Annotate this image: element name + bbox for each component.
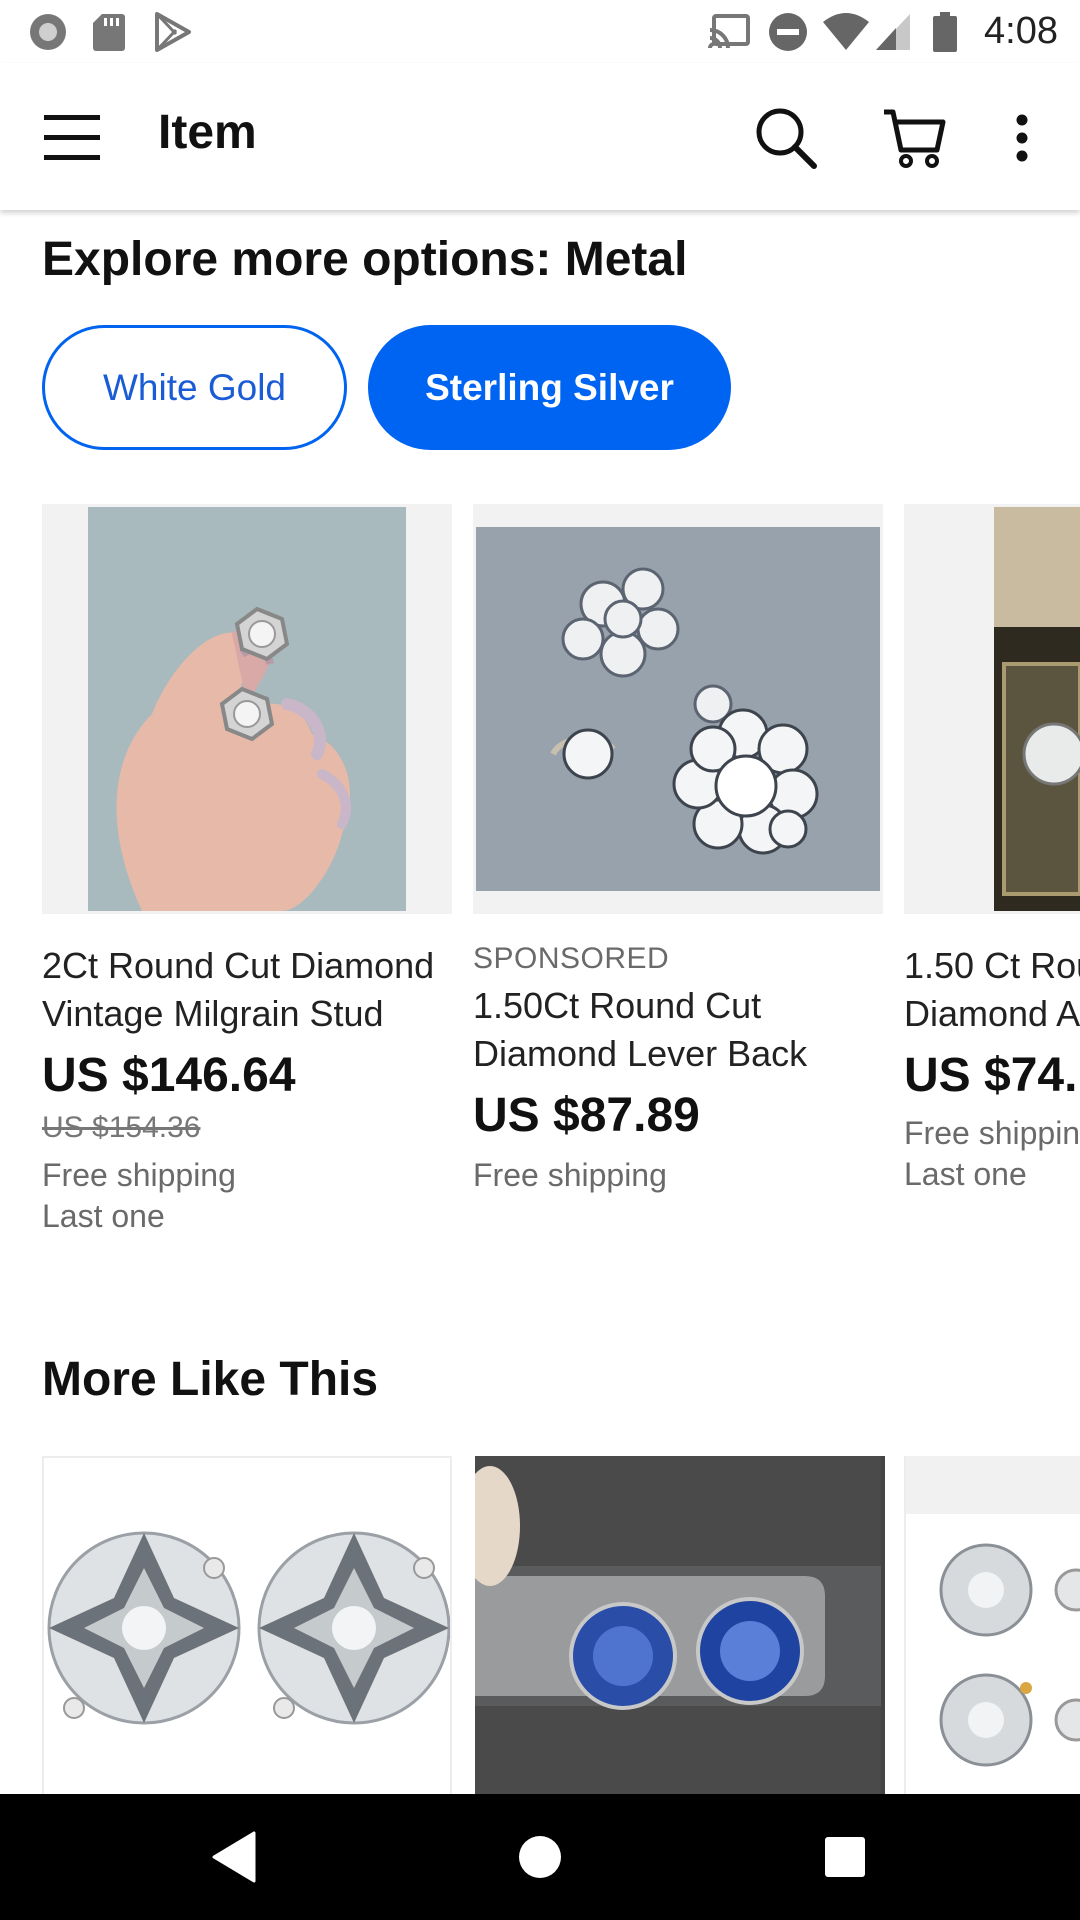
back-icon bbox=[212, 1831, 256, 1883]
search-icon bbox=[756, 108, 817, 169]
listing-shipping: Free shippin bbox=[904, 1115, 1080, 1151]
recommendation-card[interactable] bbox=[904, 1456, 1080, 1796]
listing-card[interactable]: 1.50 Ct Rou Diamond A US $74. Free shipp… bbox=[904, 504, 1080, 1193]
product-photo-sapphire-studs bbox=[475, 1456, 881, 1796]
explore-section-title: Explore more options: Metal bbox=[42, 233, 688, 286]
listing-title[interactable]: 2Ct Round Cut Diamond Vintage Milgrain S… bbox=[42, 942, 472, 1038]
search-button[interactable] bbox=[746, 98, 826, 178]
more-vert-icon bbox=[1016, 114, 1028, 162]
battery-icon bbox=[933, 12, 957, 52]
listing-title-line: 1.50Ct Round Cut bbox=[473, 985, 762, 1026]
back-button[interactable] bbox=[200, 1822, 270, 1892]
product-photo-flower-earrings bbox=[476, 527, 880, 891]
product-photo-diamond-studs bbox=[47, 1531, 450, 1725]
cart-button[interactable] bbox=[874, 98, 954, 178]
sd-card-icon bbox=[93, 14, 125, 51]
system-nav-bar bbox=[0, 1794, 1080, 1920]
wifi-icon bbox=[823, 13, 869, 50]
listing-original-price: US $154.36 bbox=[42, 1111, 201, 1144]
signal-icon bbox=[876, 14, 910, 50]
listing-title[interactable]: 1.50Ct Round Cut Diamond Lever Back bbox=[473, 982, 903, 1078]
more-like-this-title: More Like This bbox=[42, 1353, 379, 1406]
listing-image[interactable] bbox=[473, 504, 883, 914]
listing-image[interactable] bbox=[904, 504, 1080, 914]
listing-title-line: Diamond A bbox=[904, 993, 1080, 1034]
listing-title-line: 2Ct Round Cut Diamond bbox=[42, 945, 435, 986]
menu-button[interactable] bbox=[32, 98, 112, 178]
listing-price: US $146.64 bbox=[42, 1049, 296, 1102]
menu-icon bbox=[44, 115, 100, 160]
do-not-disturb-icon bbox=[769, 13, 807, 51]
recents-button[interactable] bbox=[810, 1822, 880, 1892]
recents-icon bbox=[825, 1837, 865, 1877]
listing-title-line: Vintage Milgrain Stud bbox=[42, 993, 384, 1034]
listing-title-line: Diamond Lever Back bbox=[473, 1033, 808, 1074]
chip-sterling-silver[interactable]: Sterling Silver bbox=[368, 325, 731, 450]
listing-shipping: Free shipping bbox=[42, 1157, 236, 1193]
listing-title-line: 1.50 Ct Rou bbox=[904, 945, 1080, 986]
home-icon bbox=[519, 1836, 561, 1878]
listing-stock: Last one bbox=[904, 1156, 1027, 1192]
product-photo-hand-studs bbox=[88, 507, 406, 911]
listing-title[interactable]: 1.50 Ct Rou Diamond A bbox=[904, 942, 1080, 1038]
status-time: 4:08 bbox=[984, 10, 1058, 52]
page-title: Item bbox=[158, 106, 257, 159]
recommendation-card[interactable] bbox=[475, 1456, 885, 1796]
more-options-button[interactable] bbox=[982, 98, 1062, 178]
product-photo-diamond-studs-set bbox=[906, 1456, 1080, 1767]
app-bar: Item bbox=[0, 63, 1080, 210]
listing-price: US $74. bbox=[904, 1049, 1078, 1102]
home-button[interactable] bbox=[505, 1822, 575, 1892]
sponsored-label: SPONSORED bbox=[473, 942, 670, 975]
cart-icon bbox=[884, 109, 946, 168]
status-bar: 4:08 bbox=[0, 0, 1080, 63]
circle-notification-icon bbox=[30, 14, 66, 50]
play-store-icon bbox=[155, 12, 191, 52]
cast-icon bbox=[708, 14, 750, 49]
product-photo-ring-box bbox=[994, 507, 1080, 911]
listing-image[interactable] bbox=[42, 504, 452, 914]
recommendation-card[interactable] bbox=[42, 1456, 452, 1796]
listing-card[interactable]: SPONSORED 1.50Ct Round Cut Diamond Lever… bbox=[473, 504, 883, 1194]
listing-card[interactable]: 2Ct Round Cut Diamond Vintage Milgrain S… bbox=[42, 504, 452, 1235]
listing-price: US $87.89 bbox=[473, 1089, 700, 1142]
chip-white-gold[interactable]: White Gold bbox=[42, 325, 347, 450]
listing-shipping: Free shipping bbox=[473, 1157, 667, 1193]
listing-stock: Last one bbox=[42, 1198, 165, 1234]
